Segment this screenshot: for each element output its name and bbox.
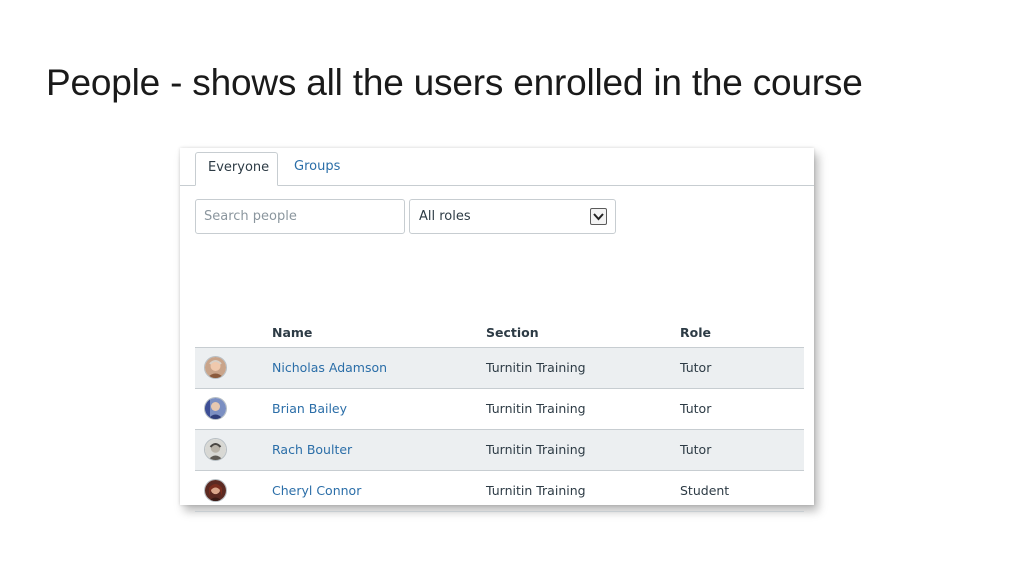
tab-everyone[interactable]: Everyone: [195, 152, 278, 186]
search-people-input[interactable]: [195, 199, 405, 234]
role-select[interactable]: All roles: [409, 199, 616, 234]
user-name-link[interactable]: Nicholas Adamson: [272, 360, 387, 375]
people-panel: Everyone Groups All roles Name Section R…: [180, 148, 814, 512]
people-table: Name Section Role Nicholas Adamson Turni…: [195, 314, 804, 512]
user-role: Tutor: [680, 442, 712, 457]
header-name[interactable]: Name: [272, 325, 312, 340]
header-role[interactable]: Role: [680, 325, 711, 340]
role-select-value: All roles: [419, 209, 471, 224]
table-row: Nicholas Adamson Turnitin Training Tutor: [195, 348, 804, 389]
chevron-down-icon[interactable]: [590, 208, 607, 225]
avatar[interactable]: [204, 397, 227, 420]
table-row: Cheryl Connor Turnitin Training Student: [195, 471, 804, 512]
user-section: Turnitin Training: [486, 401, 586, 416]
user-name-link[interactable]: Rach Boulter: [272, 442, 352, 457]
avatar[interactable]: [204, 438, 227, 461]
header-section[interactable]: Section: [486, 325, 539, 340]
user-name-link[interactable]: Cheryl Connor: [272, 483, 361, 498]
avatar[interactable]: [204, 479, 227, 502]
user-section: Turnitin Training: [486, 360, 586, 375]
user-name-link[interactable]: Brian Bailey: [272, 401, 347, 416]
slide-title: People - shows all the users enrolled in…: [46, 62, 863, 103]
user-role: Tutor: [680, 401, 712, 416]
avatar[interactable]: [204, 356, 227, 379]
tab-bar: Everyone Groups: [180, 148, 814, 186]
user-section: Turnitin Training: [486, 442, 586, 457]
user-role: Tutor: [680, 360, 712, 375]
tab-groups[interactable]: Groups: [282, 152, 352, 185]
user-section: Turnitin Training: [486, 483, 586, 498]
user-role: Student: [680, 483, 730, 498]
table-row: Rach Boulter Turnitin Training Tutor: [195, 430, 804, 471]
table-header: Name Section Role: [195, 314, 804, 348]
table-row: Brian Bailey Turnitin Training Tutor: [195, 389, 804, 430]
